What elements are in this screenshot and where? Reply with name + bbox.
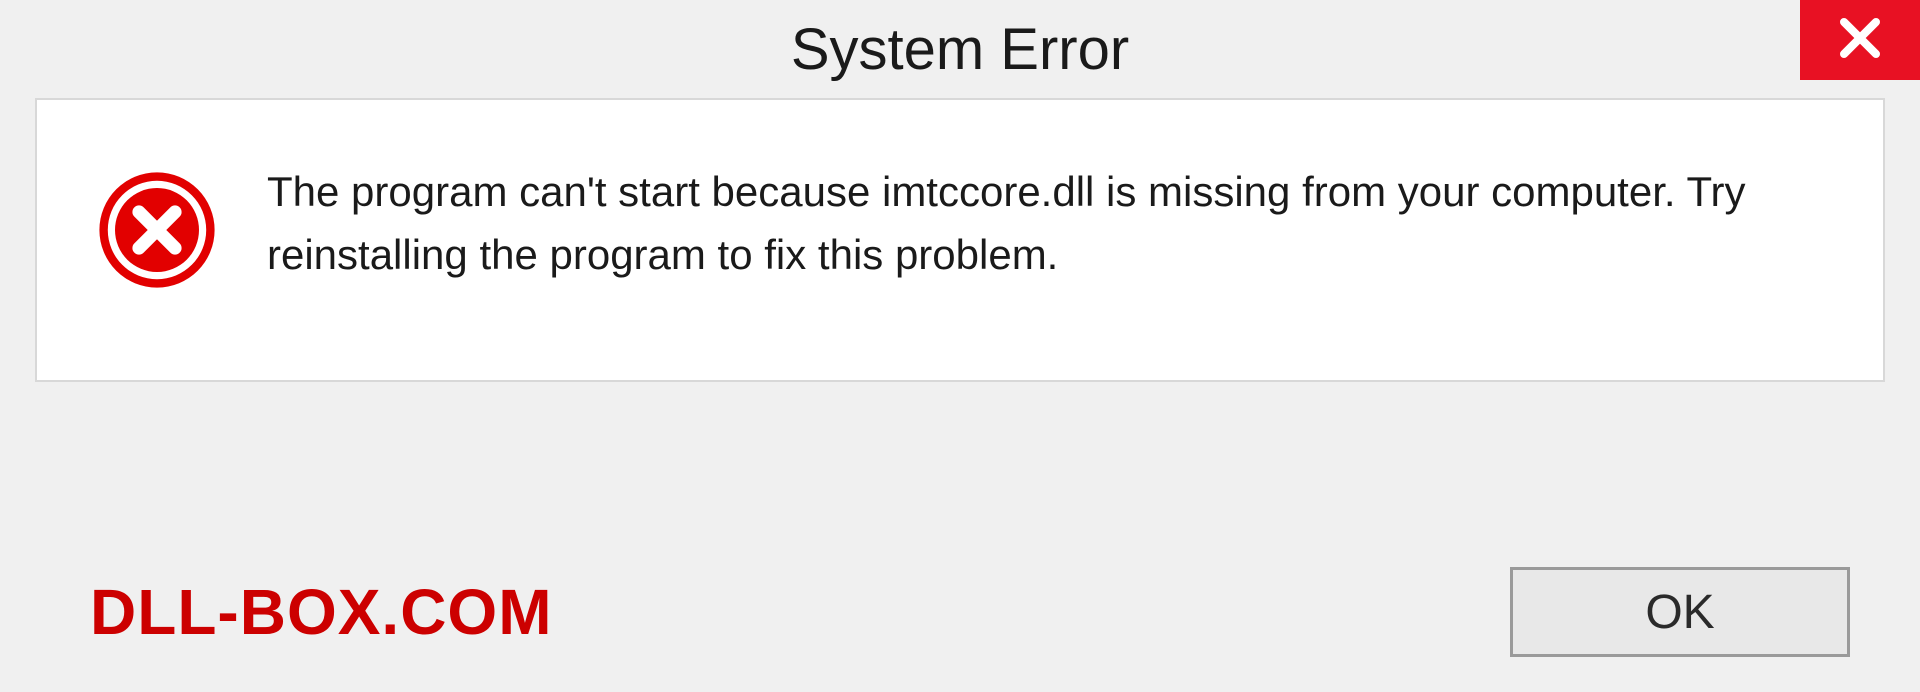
close-button[interactable] (1800, 0, 1920, 80)
content-area: The program can't start because imtccore… (35, 98, 1885, 382)
error-icon (97, 170, 217, 290)
watermark-text: DLL-BOX.COM (90, 575, 553, 649)
error-message: The program can't start because imtccore… (267, 160, 1823, 286)
close-icon (1836, 14, 1884, 67)
dialog-title: System Error (791, 16, 1129, 83)
error-dialog: System Error The program can't start bec… (0, 0, 1920, 692)
title-bar: System Error (0, 0, 1920, 98)
bottom-bar: DLL-BOX.COM OK (0, 562, 1920, 692)
ok-button[interactable]: OK (1510, 567, 1850, 657)
